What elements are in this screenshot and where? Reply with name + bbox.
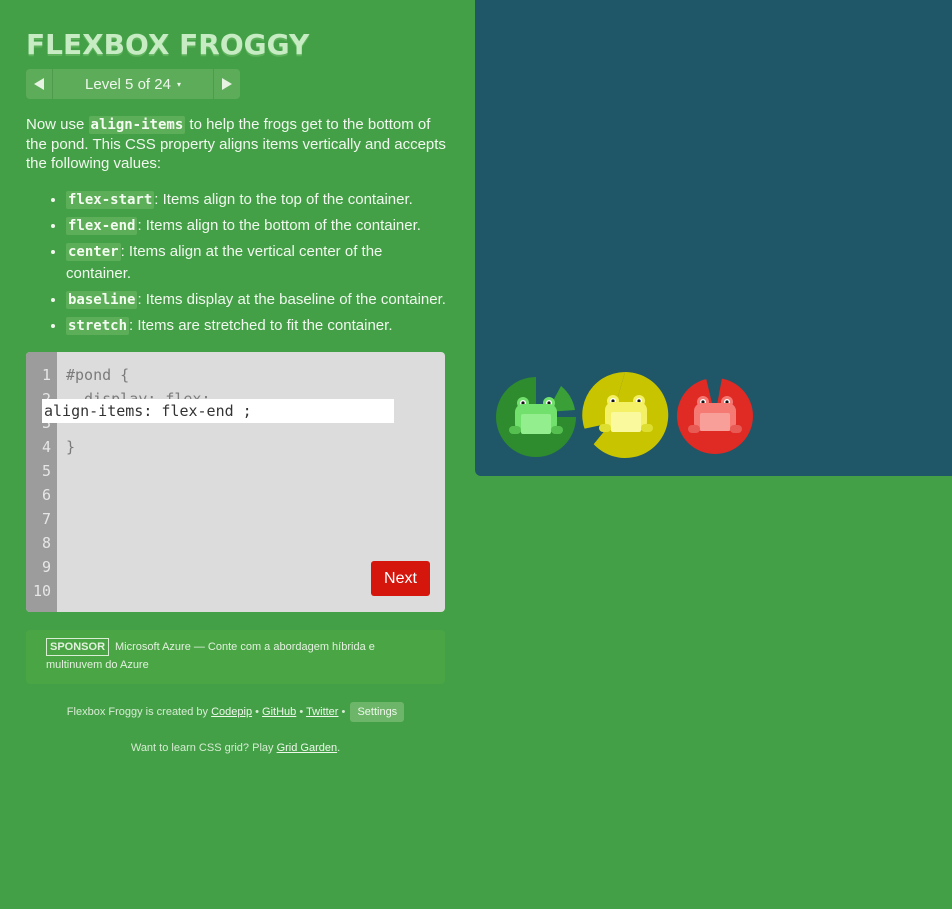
line-number: 6 [41,486,51,504]
value-description: : Items align to the top of the containe… [154,191,413,208]
separator: • [252,706,263,718]
line-number: 1 [41,366,51,384]
intro-paragraph: Now use align-items to help the frogs ge… [26,115,446,173]
intro-code: align-items [88,116,186,134]
triangle-right-icon [222,78,232,90]
triangle-left-icon [34,78,44,90]
value-code: flex-start [66,191,155,209]
level-indicator[interactable]: Level 5 of 24 ▾ [53,69,213,99]
sponsor-banner[interactable]: SPONSOR Microsoft Azure — Conte com a abo… [26,630,445,684]
line-number: 10 [32,582,51,600]
grid-garden-suffix: . [337,742,341,754]
values-list: flex-start: Items align to the top of th… [26,189,446,337]
instructions: Now use align-items to help the frogs ge… [26,115,446,341]
line-number: 7 [41,510,51,528]
level-label: Level 5 of 24 [85,75,171,93]
next-button[interactable]: Next [371,561,430,596]
line-number: 5 [41,462,51,480]
codepip-link[interactable]: Codepip [211,706,252,718]
frog-yellow [582,371,669,458]
list-item: flex-start: Items align to the top of th… [66,189,446,211]
next-level-button[interactable] [213,69,240,99]
frog-green [496,377,576,457]
value-code: stretch [66,317,130,335]
code-line-4: } [66,438,76,456]
separator: • [296,706,307,718]
value-description: : Items are stretched to fit the contain… [129,317,393,334]
line-number: 4 [41,438,51,456]
github-link[interactable]: GitHub [262,706,296,718]
line-number: 8 [41,534,51,552]
line-number-gutter: 1 2 3 4 5 6 7 8 9 10 [26,352,57,612]
value-code: flex-end [66,217,138,235]
grid-garden-prefix: Want to learn CSS grid? Play [130,742,277,754]
grid-garden-footer: Want to learn CSS grid? Play Grid Garden… [26,742,445,754]
credits-footer: Flexbox Froggy is created by Codepip • G… [26,702,445,722]
previous-level-button[interactable] [26,69,53,99]
list-item: baseline: Items display at the baseline … [66,289,446,311]
settings-button[interactable]: Settings [350,702,405,722]
value-code: baseline [66,291,138,309]
list-item: flex-end: Items align to the bottom of t… [66,215,446,237]
credits-text: Flexbox Froggy is created by [66,706,212,718]
twitter-link[interactable]: Twitter [306,706,338,718]
value-description: : Items display at the baseline of the c… [137,291,446,308]
frog-red [677,378,753,454]
list-item: center: Items align at the vertical cent… [66,241,446,285]
separator: • [338,706,349,718]
caret-down-icon: ▾ [176,79,181,89]
grid-garden-link[interactable]: Grid Garden [277,742,338,754]
code-editor: 1 2 3 4 5 6 7 8 9 10 #pond { display: fl… [26,352,445,612]
level-navigation: Level 5 of 24 ▾ [26,69,240,99]
list-item: stretch: Items are stretched to fit the … [66,315,446,337]
intro-text: Now use [26,116,89,133]
css-answer-input[interactable] [42,399,394,423]
value-code: center [66,243,121,261]
sponsor-tag: SPONSOR [46,638,110,656]
line-number: 9 [41,558,51,576]
value-description: : Items align to the bottom of the conta… [137,217,421,234]
code-line-1: #pond { [66,366,130,384]
pond [475,0,952,476]
app-title: FLEXBOX FROGGY [26,28,310,61]
